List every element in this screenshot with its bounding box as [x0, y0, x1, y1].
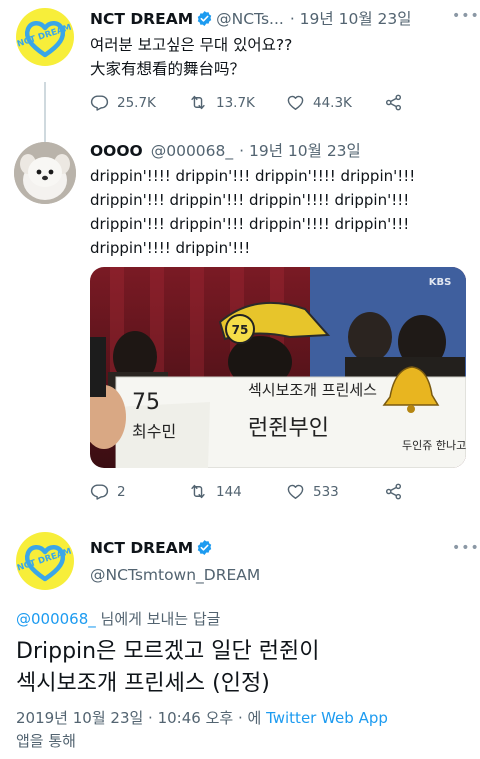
retweet-count: 144	[216, 483, 242, 500]
sign-corner-text: 두인쥬 한나고	[402, 439, 466, 452]
author-name[interactable]: NCT DREAM	[90, 539, 193, 557]
reply-mention-link[interactable]: @000068_	[16, 610, 96, 628]
tweet-timestamp[interactable]: 2019년 10월 23일 · 10:46 오후 · 에	[16, 709, 266, 727]
author-handle[interactable]: @000068_	[151, 142, 233, 160]
retweet-button[interactable]: 144	[188, 482, 242, 501]
tweet-text: drippin'!!!! drippin'!!! drippin'!!!! dr…	[90, 167, 416, 257]
kbs-watermark: KBS	[429, 277, 452, 288]
reply-to-suffix: 님에게 보내는 답글	[95, 610, 221, 628]
replying-to: @000068_ 님에게 보내는 답글	[16, 608, 220, 629]
heart-icon	[287, 484, 304, 499]
tweet-time[interactable]: · 19년 10월 23일	[290, 10, 412, 28]
sign-left-text: 최수민	[132, 422, 176, 441]
reply-icon	[90, 95, 109, 111]
sign-number: 75	[132, 390, 160, 415]
author-name[interactable]: NCT DREAM	[90, 10, 193, 28]
tweet-media-image[interactable]: KBS 75 75 섹시보조개 프린세스 최수민 런쥔부인 두인쥬 한나고	[90, 267, 466, 468]
retweet-count: 13.7K	[216, 94, 255, 111]
share-icon	[385, 94, 402, 111]
share-button[interactable]	[384, 482, 403, 501]
retweet-icon	[191, 484, 205, 499]
nct-dream-heart-logo: NCT DREAM	[16, 21, 73, 58]
like-count: 44.3K	[313, 94, 352, 111]
share-icon	[385, 483, 402, 500]
reply-count: 2	[117, 483, 126, 500]
verified-badge-icon	[196, 10, 213, 33]
retweet-button[interactable]: 13.7K	[188, 93, 255, 112]
heart-icon	[287, 95, 304, 110]
like-count: 533	[313, 483, 339, 500]
tweet-time[interactable]: · 19년 10월 23일	[239, 142, 361, 160]
broadcast-still-image: KBS 75 75 섹시보조개 프린세스 최수민 런쥔부인 두인쥬 한나고	[90, 267, 466, 468]
retweet-icon	[191, 95, 205, 110]
reply-icon	[90, 484, 109, 500]
author-handle[interactable]: @NCTs...	[216, 10, 284, 28]
white-dog-image	[14, 142, 76, 204]
author-handle[interactable]: @NCTsmtown_DREAM	[90, 566, 260, 584]
like-button[interactable]: 44.3K	[286, 93, 352, 112]
nct-dream-avatar[interactable]: NCT DREAM	[16, 8, 74, 66]
tweet-actions: 2 144 533	[90, 482, 410, 504]
tweet-source-suffix: 앱을 통해	[16, 732, 76, 750]
reply-count: 25.7K	[117, 94, 156, 111]
main-tweet-text: Drippin은 모르겠고 일단 런쥔이 섹시보조개 프린세스 (인정)	[16, 639, 320, 696]
author-name[interactable]: OOOO	[90, 142, 143, 160]
tweet-nct-dream[interactable]: NCT DREAM NCT DREAM @NCTs... · 19년 10월 23일…	[0, 0, 480, 125]
sign-title: 섹시보조개 프린세스	[248, 381, 377, 399]
reply-button[interactable]: 2	[90, 482, 126, 501]
tweet-text: 여러분 보고싶은 무대 있어요?? 大家有想看的舞台吗？	[90, 36, 293, 78]
more-options-icon[interactable]: •••	[452, 8, 480, 24]
fan-avatar[interactable]	[14, 142, 76, 204]
nct-dream-heart-logo: NCT DREAM	[16, 545, 73, 582]
more-options-icon[interactable]: •••	[452, 540, 480, 556]
tweet-source-link[interactable]: Twitter Web App	[266, 709, 388, 727]
share-button[interactable]	[384, 93, 403, 112]
tweet-meta: 2019년 10월 23일 · 10:46 오후 · 에 Twitter Web…	[16, 707, 466, 753]
sign-main-text: 런쥔부인	[248, 416, 329, 441]
verified-badge-icon	[196, 539, 213, 562]
like-button[interactable]: 533	[286, 482, 339, 501]
reply-button[interactable]: 25.7K	[90, 93, 156, 112]
tweet-actions: 25.7K 13.7K 44.3K	[90, 93, 410, 115]
nct-dream-avatar[interactable]: NCT DREAM	[16, 532, 74, 590]
cap-number: 75	[232, 323, 249, 337]
